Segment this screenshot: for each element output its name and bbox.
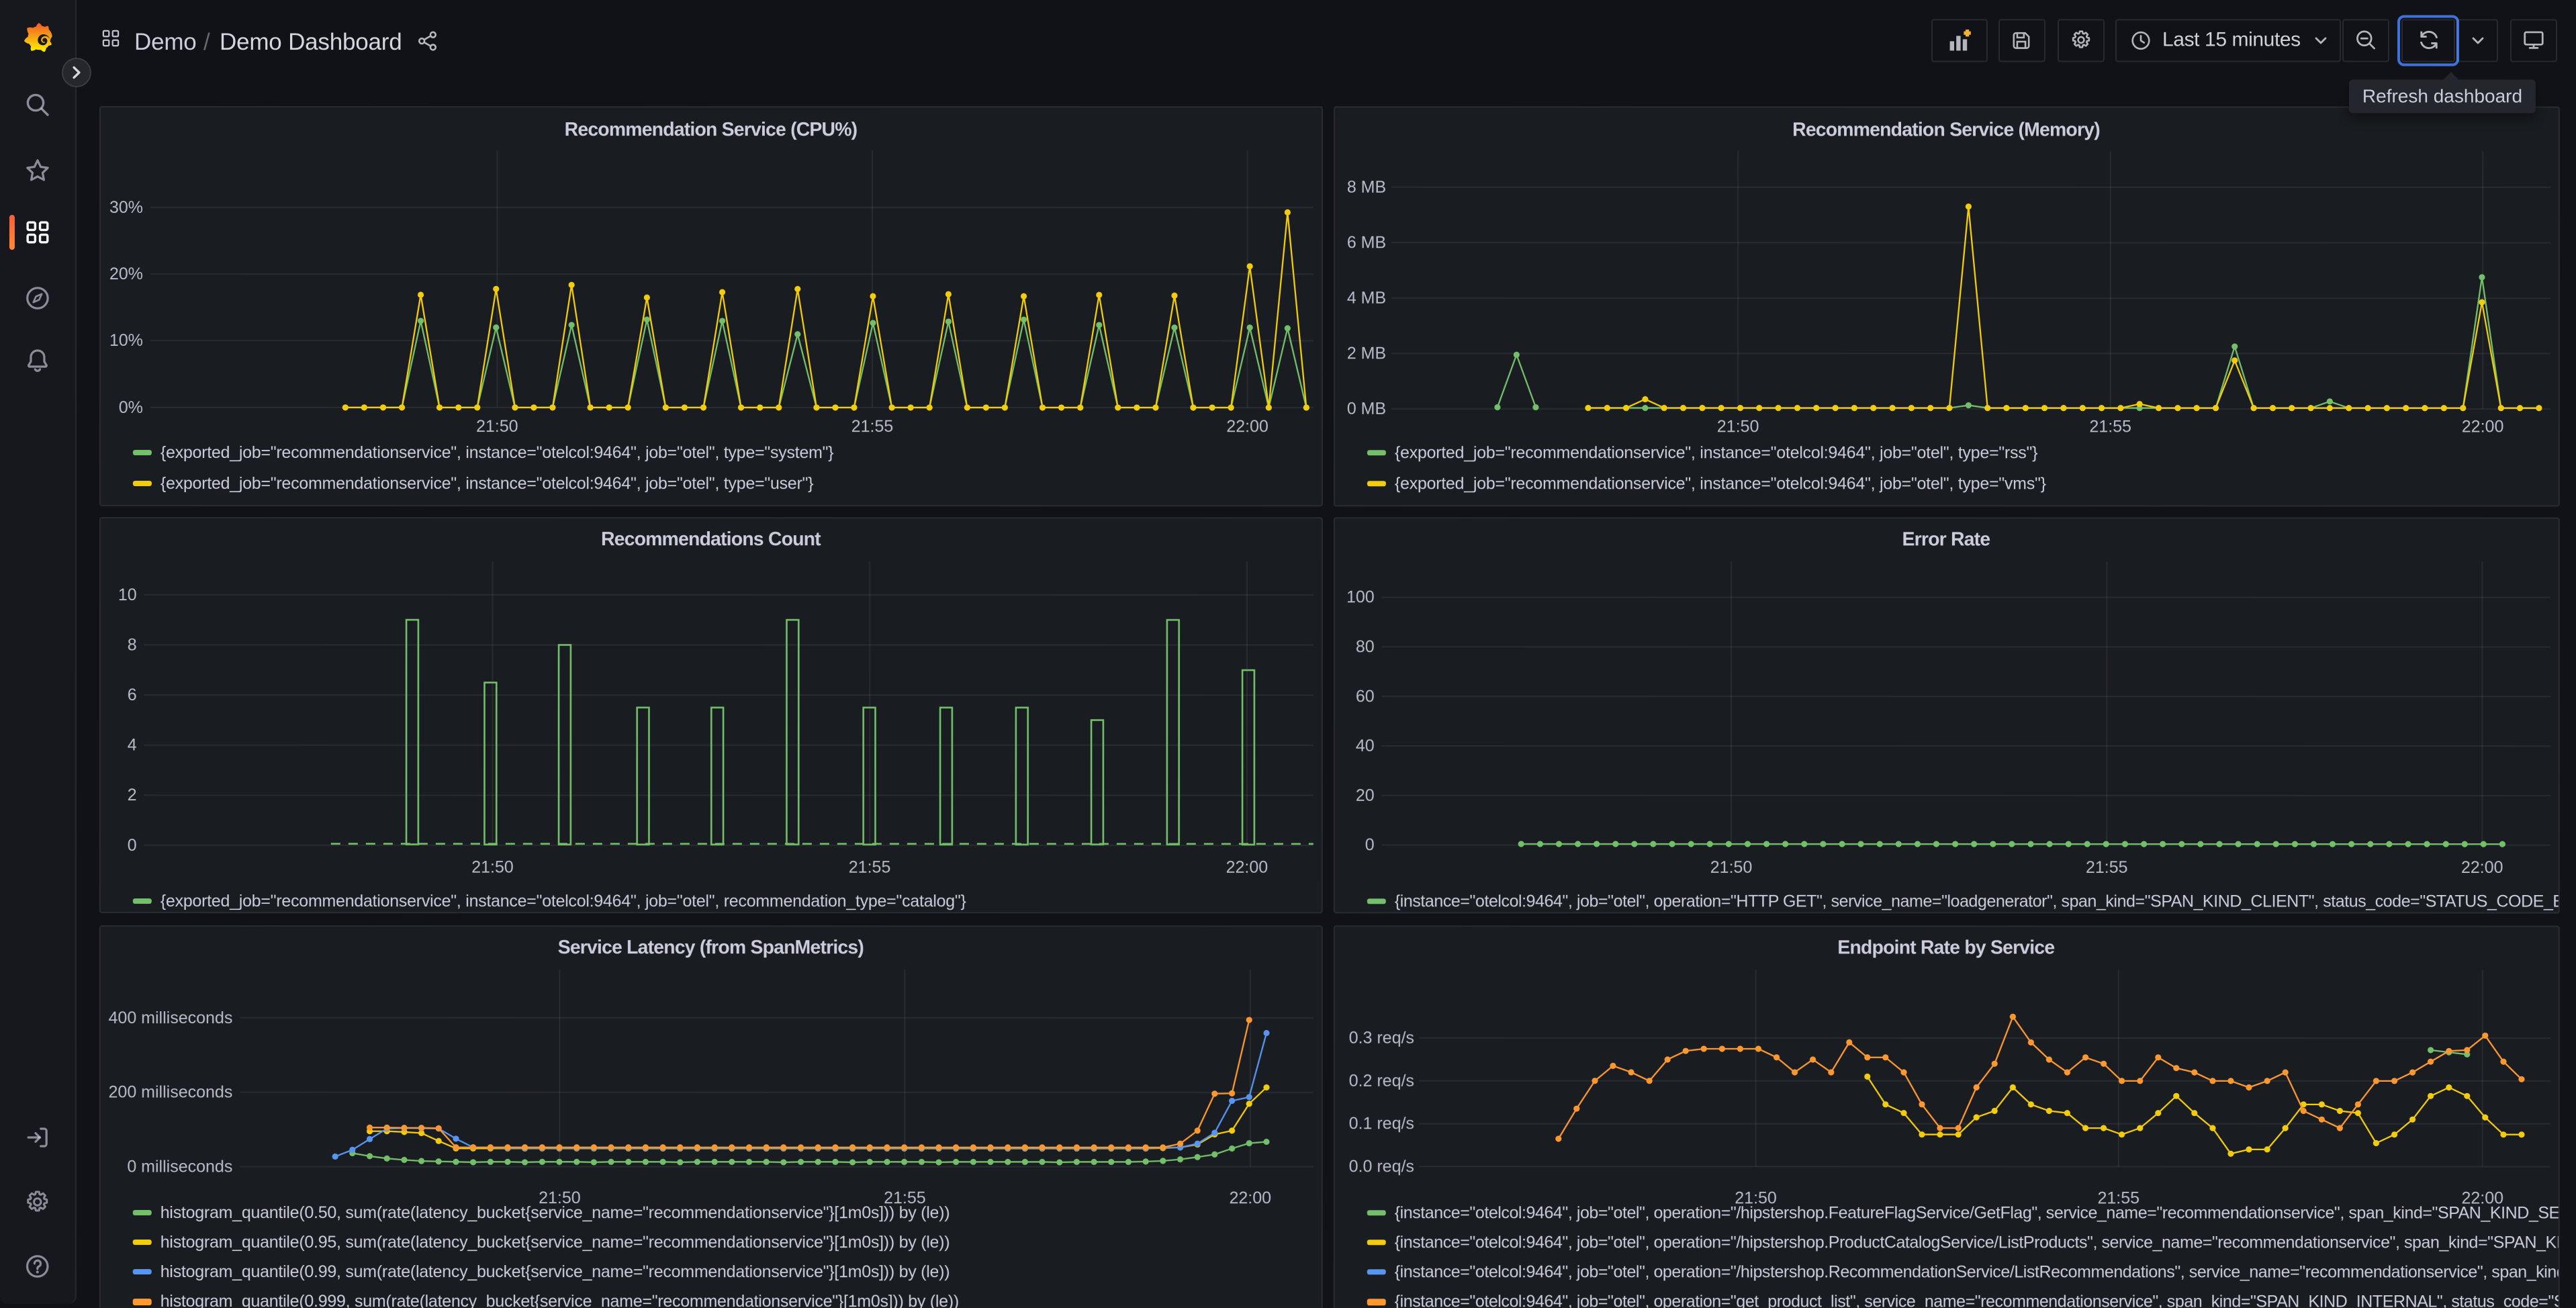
svg-text:10%: 10% [109, 331, 142, 350]
svg-text:2: 2 [127, 785, 136, 804]
svg-text:0: 0 [1365, 835, 1374, 853]
svg-text:0%: 0% [118, 398, 142, 417]
svg-text:60: 60 [1355, 686, 1374, 705]
svg-text:21:50: 21:50 [1716, 417, 1759, 436]
svg-text:0.0 req/s: 0.0 req/s [1348, 1156, 1414, 1175]
svg-text:21:55: 21:55 [848, 857, 890, 876]
svg-text:80: 80 [1355, 637, 1374, 655]
svg-text:8 MB: 8 MB [1346, 178, 1385, 197]
svg-text:20%: 20% [109, 265, 142, 283]
svg-text:4: 4 [127, 735, 136, 754]
svg-text:6: 6 [127, 685, 136, 704]
svg-text:21:50: 21:50 [1710, 857, 1752, 876]
svg-text:0.3 req/s: 0.3 req/s [1348, 1028, 1414, 1047]
svg-text:0 MB: 0 MB [1346, 400, 1385, 418]
svg-text:100: 100 [1346, 587, 1374, 606]
svg-text:21:55: 21:55 [2085, 857, 2127, 876]
svg-text:22:00: 22:00 [2460, 857, 2503, 876]
svg-text:30%: 30% [109, 198, 142, 217]
svg-text:8: 8 [127, 635, 136, 653]
svg-text:0.1 req/s: 0.1 req/s [1348, 1113, 1414, 1132]
svg-text:21:50: 21:50 [475, 417, 518, 436]
svg-text:22:00: 22:00 [1226, 857, 1268, 876]
svg-text:0 milliseconds: 0 milliseconds [126, 1156, 232, 1175]
svg-text:22:00: 22:00 [1228, 1188, 1271, 1207]
svg-text:400 milliseconds: 400 milliseconds [108, 1008, 232, 1027]
svg-text:20: 20 [1355, 786, 1374, 804]
svg-text:22:00: 22:00 [2461, 417, 2503, 436]
svg-text:6 MB: 6 MB [1346, 233, 1385, 252]
svg-text:40: 40 [1355, 736, 1374, 755]
svg-text:21:50: 21:50 [471, 857, 513, 876]
svg-text:200 milliseconds: 200 milliseconds [108, 1082, 232, 1101]
svg-text:2 MB: 2 MB [1346, 344, 1385, 363]
svg-text:21:55: 21:55 [2088, 417, 2131, 436]
svg-text:10: 10 [118, 585, 136, 604]
svg-text:0.2 req/s: 0.2 req/s [1348, 1071, 1414, 1090]
svg-text:0: 0 [127, 835, 136, 854]
svg-text:4 MB: 4 MB [1346, 289, 1385, 308]
svg-text:21:55: 21:55 [851, 417, 893, 436]
svg-text:22:00: 22:00 [1226, 417, 1268, 436]
